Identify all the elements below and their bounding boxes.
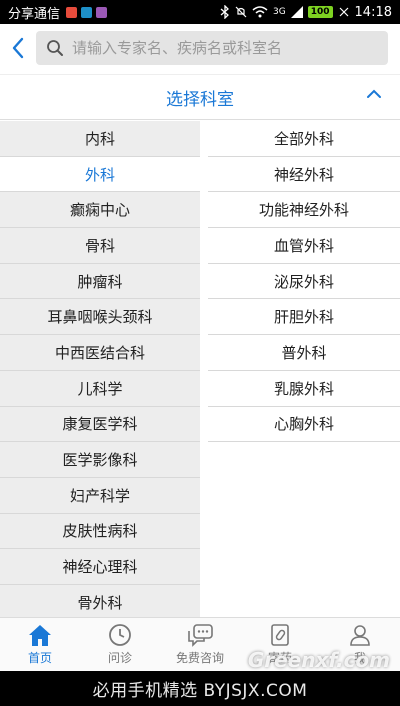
clock-icon — [109, 624, 131, 646]
user-icon — [350, 625, 370, 646]
status-icons: 3G 100 14:18 — [220, 5, 392, 20]
search-box[interactable] — [36, 31, 388, 65]
notification-app-icon — [66, 6, 78, 18]
department-item[interactable]: 耳鼻咽喉头颈科 — [0, 299, 200, 336]
wifi-icon — [252, 6, 268, 18]
section-title: 选择科室 — [166, 89, 234, 110]
department-item[interactable]: 中西医结合科 — [0, 335, 200, 371]
department-columns: 内科 外科 癫痫中心 骨科 肿瘤科 耳鼻咽喉头颈科 中西医结合科 儿科学 康复医学科 医学影像科妇… — [0, 121, 400, 617]
tab-free-consult[interactable]: 免费咨询 — [160, 618, 240, 671]
department-item[interactable]: 妇产科学 — [0, 477, 200, 514]
department-item[interactable]: 肿瘤科 — [0, 263, 200, 300]
carrier-label: 分享通信 — [8, 6, 61, 22]
tab-home[interactable]: 首页 — [0, 618, 80, 671]
sub-department-list: 全部外科 神经外科 功能神经外科 血管外科 泌尿外科 肝胆外科 普外科 乳腺外科 心胸外科 — [200, 121, 400, 617]
department-item[interactable]: 癫痫中心 — [0, 192, 200, 229]
site-watermark-logo: Greenxf.com — [247, 648, 390, 672]
department-item[interactable]: 医学影像科 — [0, 442, 200, 478]
chevron-up-icon[interactable] — [366, 88, 382, 100]
primary-department-list: 内科 外科 癫痫中心 骨科 肿瘤科 耳鼻咽喉头颈科 中西医结合科 儿科学 康复医学科 医学影像科妇… — [0, 121, 200, 617]
back-button[interactable] — [0, 24, 36, 72]
sub-department-item[interactable]: 神经外科 — [208, 157, 400, 193]
system-navigation-bar: 必用手机精选 BYJSJX.COM — [0, 671, 400, 706]
sub-department-item[interactable]: 泌尿外科 — [208, 264, 400, 300]
tab-label: 首页 — [27, 651, 52, 665]
chat-icon — [188, 624, 213, 647]
department-item[interactable]: 皮肤性病科 — [0, 513, 200, 550]
search-header — [0, 24, 400, 72]
department-item[interactable]: 神经心理科 — [0, 549, 200, 585]
notification-app-icon — [96, 6, 108, 18]
department-item[interactable]: 骨外科 — [0, 584, 200, 617]
tab-consult[interactable]: 问诊 — [80, 618, 160, 671]
site-watermark: 必用手机精选 BYJSJX.COM — [92, 681, 308, 701]
silent-icon — [235, 6, 247, 18]
department-item[interactable]: 康复医学科 — [0, 406, 200, 443]
data-saver-icon — [339, 7, 348, 17]
sub-department-item[interactable]: 心胸外科 — [208, 407, 400, 443]
sub-department-item[interactable]: 功能神经外科 — [208, 192, 400, 229]
department-item[interactable]: 儿科学 — [0, 370, 200, 407]
battery-icon: 100 — [307, 6, 333, 18]
department-item[interactable]: 外科 — [0, 156, 200, 193]
sub-department-item[interactable]: 普外科 — [208, 335, 400, 371]
status-bar: 分享通信 3G 100 14:18 — [0, 0, 400, 24]
signal-icon — [290, 6, 303, 18]
bluetooth-icon — [220, 5, 229, 19]
clock-time: 14:18 — [354, 4, 392, 20]
search-input[interactable] — [72, 39, 362, 57]
network-type-label: 3G — [273, 7, 286, 17]
sub-department-item[interactable]: 乳腺外科 — [208, 371, 400, 407]
medicine-icon — [271, 624, 289, 646]
home-icon — [29, 625, 51, 646]
sub-department-item[interactable]: 血管外科 — [208, 228, 400, 264]
notification-app-icon — [81, 6, 93, 18]
sub-department-item[interactable]: 全部外科 — [208, 121, 400, 157]
department-item[interactable]: 骨科 — [0, 228, 200, 264]
app-screen: 分享通信 3G 100 14:18 请输入专家名、疾病名或科室名 选择科室 内科… — [0, 0, 400, 706]
search-icon — [47, 40, 63, 56]
department-item[interactable]: 内科 — [0, 121, 200, 157]
sub-department-item[interactable]: 肝胆外科 — [208, 299, 400, 336]
back-arrow-icon — [12, 37, 24, 59]
tab-label: 问诊 — [107, 651, 132, 665]
tab-label: 免费咨询 — [175, 651, 224, 665]
department-section-header[interactable]: 选择科室 — [0, 74, 400, 120]
